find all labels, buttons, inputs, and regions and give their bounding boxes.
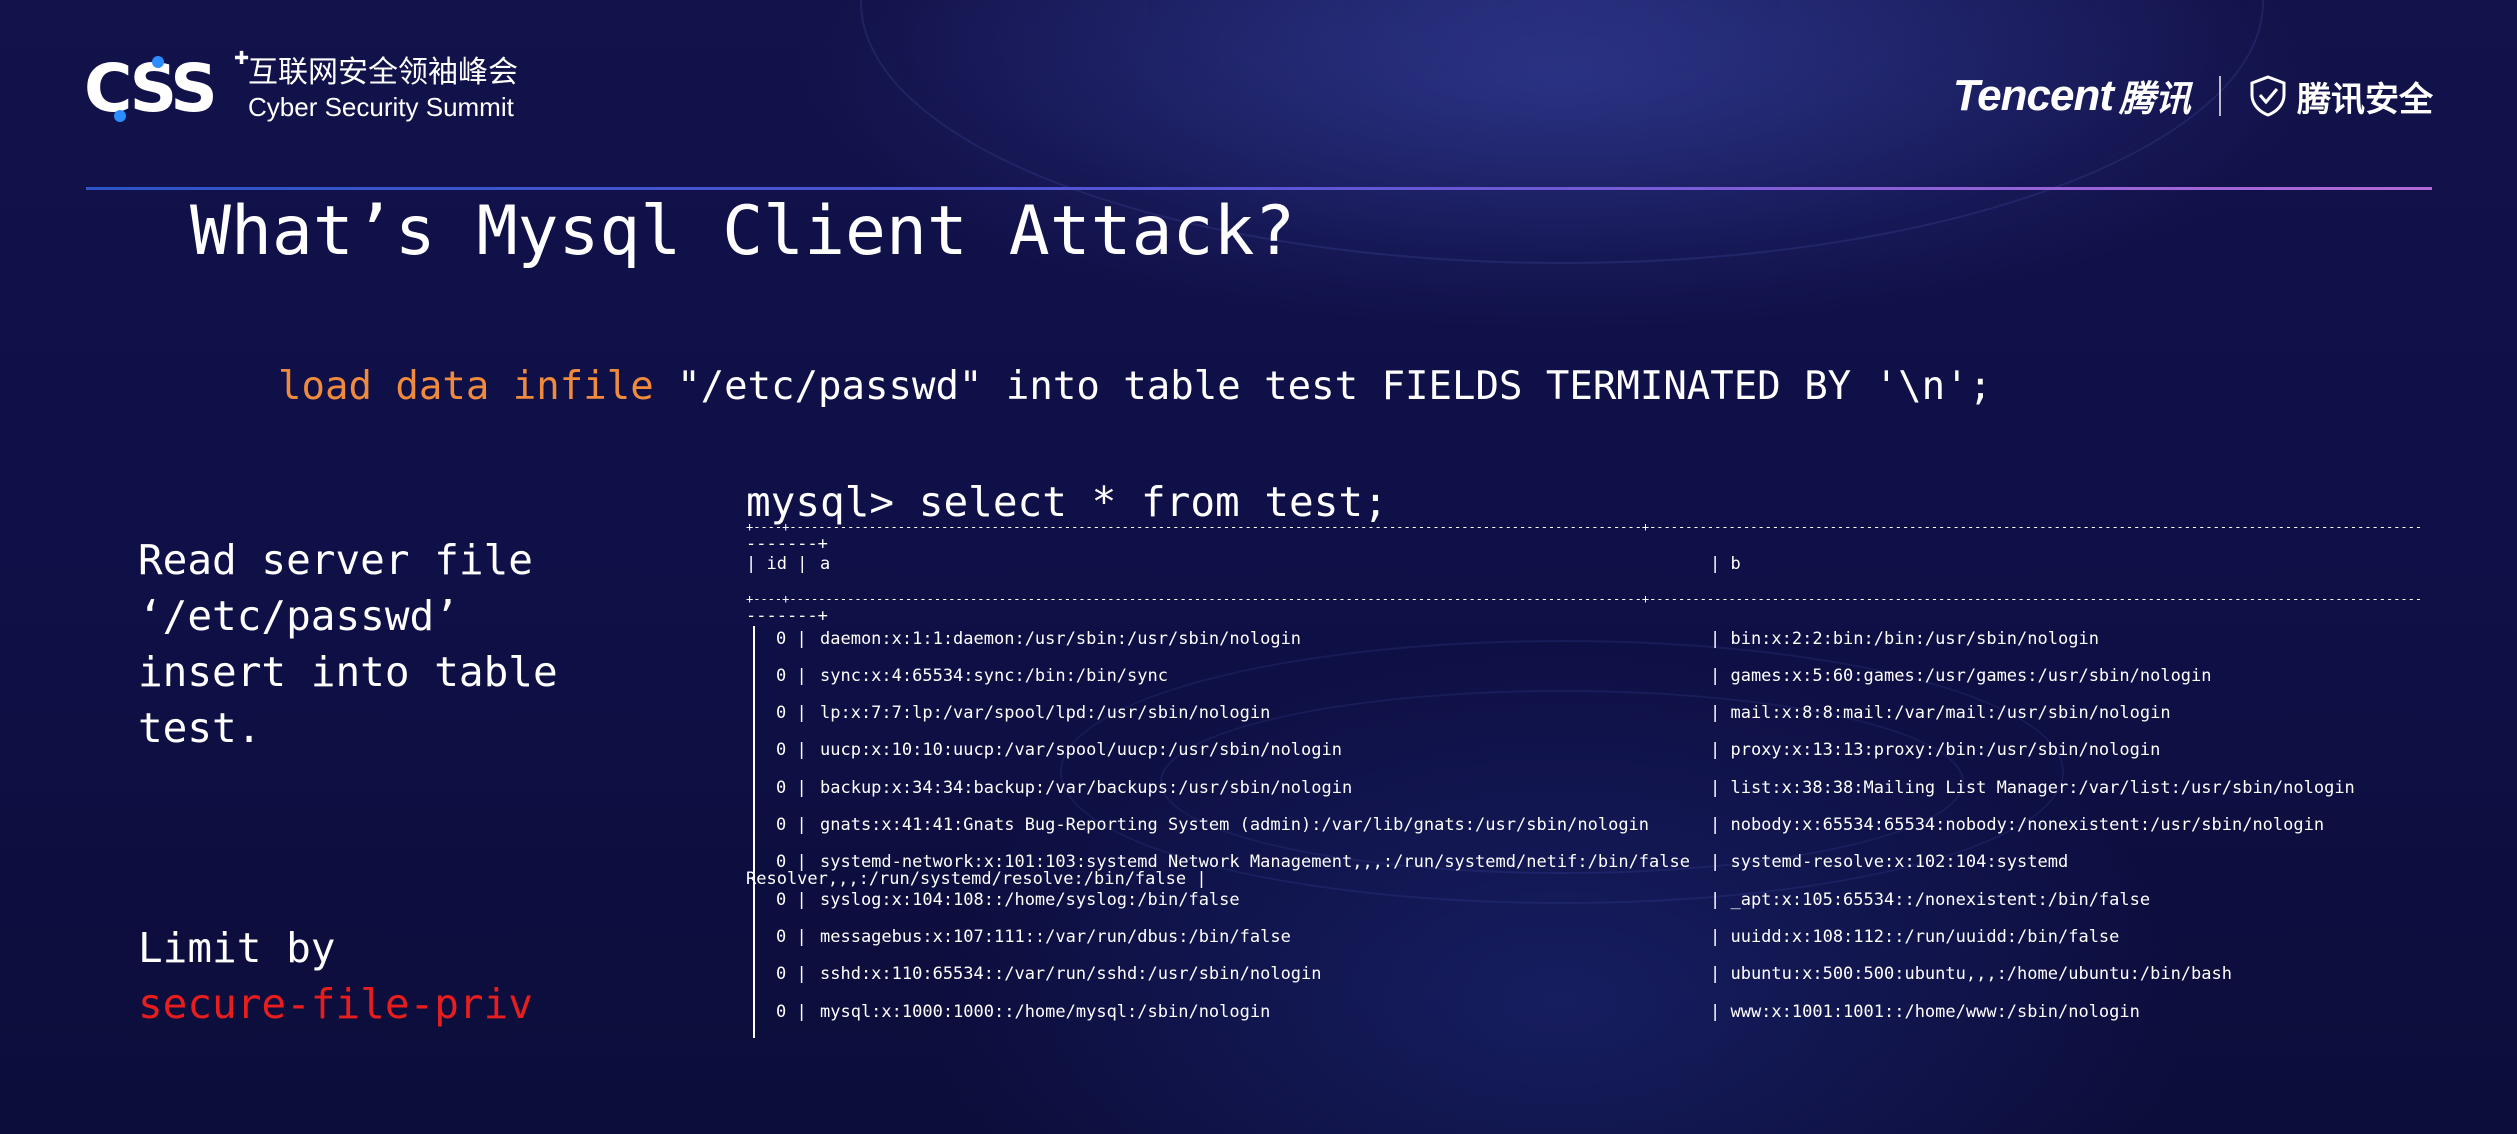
wrapped-line: Resolver,,,:/run/systemd/resolve:/bin/fa… (746, 869, 1207, 889)
description-line: test. (138, 704, 262, 752)
table-left-border (753, 626, 755, 1038)
description-line: insert into table (138, 648, 558, 696)
table-cell-id: 0 | (776, 815, 807, 835)
css-logo-letters: CSS (84, 50, 218, 127)
table-cell-b: | systemd-resolve:x:102:104:systemd (1710, 852, 2069, 872)
table-cell-id: 0 | (776, 1002, 807, 1022)
limit-label: Limit by (138, 924, 336, 972)
sql-keyword: load data infile (278, 364, 654, 409)
table-cell-b: | nobody:x:65534:65534:nobody:/nonexiste… (1710, 815, 2325, 835)
table-cell-a: gnats:x:41:41:Gnats Bug-Reporting System… (820, 815, 1650, 835)
table-cell-id: 0 | (776, 666, 807, 686)
logo-plus-icon: ✚ (234, 48, 250, 69)
table-cell-id: 0 | (776, 778, 807, 798)
table-cell-id: 0 | (776, 740, 807, 760)
logo-dot (152, 56, 164, 68)
table-cell-b: | mail:x:8:8:mail:/var/mail:/usr/sbin/no… (1710, 703, 2171, 723)
description-line: ‘/etc/passwd’ (138, 592, 459, 640)
sql-statement: load data infile "/etc/passwd" into tabl… (278, 360, 1992, 414)
logo-text: 互联网安全领袖峰会 Cyber Security Summit (248, 55, 518, 123)
table-cell-id: 0 | (776, 927, 807, 947)
logo-chinese-name: 互联网安全领袖峰会 (248, 55, 518, 90)
logo-english-name: Cyber Security Summit (248, 92, 514, 122)
table-cell-b: | bin:x:2:2:bin:/bin:/usr/sbin/nologin (1710, 629, 2099, 649)
table-cell-id: 0 | (776, 629, 807, 649)
tencent-chinese-wordmark: 腾讯 (2118, 79, 2191, 120)
table-cell-a: daemon:x:1:1:daemon:/usr/sbin:/usr/sbin/… (820, 629, 1302, 649)
table-cell-b: | proxy:x:13:13:proxy:/bin:/usr/sbin/nol… (1710, 740, 2161, 760)
table-cell-b: | www:x:1001:1001::/home/www:/sbin/nolog… (1710, 1002, 2140, 1022)
table-cell-b: | _apt:x:105:65534::/nonexistent:/bin/fa… (1710, 890, 2151, 910)
table-cell-id: 0 | (776, 890, 807, 910)
table-border: +----+----------------------------------… (746, 592, 2423, 606)
table-cell-id: 0 | (776, 703, 807, 723)
description-text: Read server file ‘/etc/passwd’ insert in… (138, 532, 558, 756)
table-border: +----+----------------------------------… (746, 520, 2423, 534)
table-border: -------+ (746, 534, 828, 554)
tencent-logo: Tencent 腾讯 腾讯安全 (1953, 70, 2433, 122)
tencent-wordmark: Tencent (1952, 71, 2114, 120)
table-cell-a: lp:x:7:7:lp:/var/spool/lpd:/usr/sbin/nol… (820, 703, 1271, 723)
limit-value: secure-file-priv (138, 980, 533, 1028)
table-cell-b: | ubuntu:x:500:500:ubuntu,,,:/home/ubunt… (1710, 964, 2232, 984)
description-line: Read server file (138, 536, 533, 584)
header-id: | id | (746, 554, 808, 574)
table-cell-a: uucp:x:10:10:uucp:/var/spool/uucp:/usr/s… (820, 740, 1342, 760)
table-cell-a: syslog:x:104:108::/home/syslog:/bin/fals… (820, 890, 1240, 910)
table-cell-a: mysql:x:1000:1000::/home/mysql:/sbin/nol… (820, 1002, 1271, 1022)
table-cell-id: 0 | (776, 964, 807, 984)
header-b: | b (1710, 554, 1741, 574)
logo-divider (2219, 76, 2221, 116)
table-cell-a: sync:x:4:65534:sync:/bin:/bin/sync (820, 666, 1168, 686)
shield-icon (2250, 75, 2286, 117)
tencent-security-name: 腾讯安全 (2297, 79, 2433, 120)
limit-note: Limit by secure-file-priv (138, 920, 533, 1032)
table-cell-a: sshd:x:110:65534::/var/run/sshd:/usr/sbi… (820, 964, 1322, 984)
table-cell-a: messagebus:x:107:111::/var/run/dbus:/bin… (820, 927, 1291, 947)
css-logo-mark: CSS ✚ (84, 48, 249, 127)
table-border: -------+ (746, 606, 828, 626)
table-cell-b: | list:x:38:38:Mailing List Manager:/var… (1710, 778, 2355, 798)
css-summit-logo: CSS ✚ 互联网安全领袖峰会 Cyber Security Summit (84, 48, 518, 127)
sql-statement-rest: "/etc/passwd" into table test FIELDS TER… (653, 364, 1993, 409)
logo-dot (114, 110, 126, 122)
slide-title: What’s Mysql Client Attack? (190, 192, 1296, 271)
table-cell-a: backup:x:34:34:backup:/var/backups:/usr/… (820, 778, 1353, 798)
header-a: a (820, 554, 831, 574)
table-cell-b: | games:x:5:60:games:/usr/games:/usr/sbi… (1710, 666, 2212, 686)
table-cell-b: | uuidd:x:108:112::/run/uuidd:/bin/false (1710, 927, 2120, 947)
